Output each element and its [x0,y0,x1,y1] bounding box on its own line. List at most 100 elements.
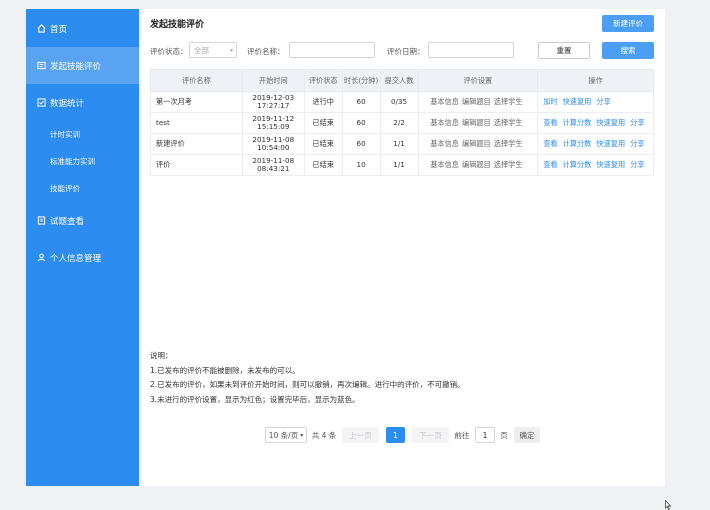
share-link[interactable]: 分享 [596,97,610,106]
new-evaluation-button[interactable]: 新建评价 [602,15,654,32]
total-count: 共 4 条 [311,430,337,440]
edit-questions-link[interactable]: 编辑题目 [462,118,491,127]
settings-cell: 基本信息 编辑题目 选择学生 [417,112,539,134]
reset-button[interactable]: 重置 [538,42,590,59]
sidebar-subitem-skill-evaluation[interactable]: 技能评价 [26,175,139,202]
table-header-row: 评价名称 开始时间 评价状态 时长(分钟) 提交人数 评价设置 操作 [150,69,654,92]
next-page-button[interactable]: 下一页 [412,427,449,443]
start-time: 2019-11-12 15:15:09 [241,112,305,134]
start-time: 2019-12-03 17:27:17 [241,91,305,113]
status-filter-label: 评价状态： [150,47,188,56]
select-students-link[interactable]: 选择学生 [494,160,523,169]
name-filter-label: 评价名称： [247,47,285,56]
share-link[interactable]: 分享 [630,118,644,127]
start-clock: 15:15:09 [257,122,290,131]
duration: 60 [341,112,381,134]
sidebar-item-profile[interactable]: 个人信息管理 [26,239,139,276]
sidebar-subitem-standard-training[interactable]: 标准能力实训 [26,148,139,175]
edit-questions-link[interactable]: 编辑题目 [462,160,491,169]
goto-page-input[interactable]: 1 [475,427,495,443]
quick-reuse-link[interactable]: 快速复用 [596,139,625,148]
edit-questions-link[interactable]: 编辑题目 [462,97,491,106]
select-students-link[interactable]: 选择学生 [494,139,523,148]
view-link[interactable]: 查看 [543,118,557,127]
submitted-count: 0/35 [379,91,419,113]
column-header: 评价设置 [417,69,539,92]
column-header: 操作 [537,69,654,92]
user-icon [36,253,46,263]
basic-info-link[interactable]: 基本信息 [430,118,459,127]
status-badge: 已结束 [303,133,343,155]
basic-info-link[interactable]: 基本信息 [430,139,459,148]
quick-reuse-link[interactable]: 快速复用 [596,160,625,169]
column-header: 开始时间 [241,69,305,92]
name-input[interactable] [289,42,375,58]
prev-page-button[interactable]: 上一页 [342,427,379,443]
sidebar-item-label: 发起技能评价 [50,61,102,72]
basic-info-link[interactable]: 基本信息 [430,160,459,169]
share-link[interactable]: 分享 [630,160,644,169]
search-button[interactable]: 搜索 [602,42,654,59]
main-panel: 发起技能评价 新建评价 评价状态： 全部 ▾ 评价名称： 评价日期： 重置 搜索… [141,9,665,486]
settings-cell: 基本信息 编辑题目 选择学生 [417,91,539,113]
table-row: 第一次月考 2019-12-03 17:27:17 进行中 60 0/35 基本信… [150,91,654,113]
add-time-link[interactable]: 加时 [543,97,557,106]
evaluation-table: 评价名称 开始时间 评价状态 时长(分钟) 提交人数 评价设置 操作 第一次月考… [150,69,654,176]
sidebar-subitem-timed-training[interactable]: 计时实训 [26,121,139,148]
goto-confirm-button[interactable]: 确定 [514,427,540,443]
note-line: 3.未进行的评价设置，显示为红色；设置完毕后，显示为蓝色。 [150,394,360,404]
sidebar-item-label: 试题查看 [50,216,85,227]
sidebar-item-view-questions[interactable]: 试题查看 [26,202,139,239]
calculate-score-link[interactable]: 计算分数 [563,118,592,127]
checkbox-icon [36,98,46,108]
select-students-link[interactable]: 选择学生 [494,97,523,106]
evaluation-name: 评价 [150,154,243,176]
actions-cell: 加时 快速复用 分享 [537,91,654,113]
status-select[interactable]: 全部 ▾ [189,42,237,58]
note-line: 2.已发布的评价，如果未到评价开始时间，则可以撤销，再次编辑。进行中的评价，不可… [150,380,465,389]
sidebar-item-statistics[interactable]: 数据统计 [26,84,139,121]
page-size-value: 10 条/页 [268,430,299,440]
start-clock: 08:43:21 [257,164,290,173]
actions-cell: 查看 计算分数 快速复用 分享 [537,112,654,134]
quick-reuse-link[interactable]: 快速复用 [596,118,625,127]
actions-cell: 查看 计算分数 快速复用 分享 [537,133,654,155]
column-header: 提交人数 [379,69,419,92]
mouse-pointer-icon [665,499,672,510]
page-size-select[interactable]: 10 条/页 ▾ [265,427,307,443]
note-line: 1.已发布的评价不能被删除，未发布的可以。 [150,365,300,375]
calculate-score-link[interactable]: 计算分数 [563,160,592,169]
submitted-count: 2/2 [379,112,419,134]
view-link[interactable]: 查看 [543,160,557,169]
start-time: 2019-11-08 10:54:00 [241,133,305,155]
column-header: 评价名称 [150,69,243,92]
view-link[interactable]: 查看 [543,139,557,148]
sidebar-item-launch-evaluation[interactable]: 发起技能评价 [26,47,139,84]
notes-title: 说明： [150,351,173,360]
basic-info-link[interactable]: 基本信息 [430,97,459,106]
quick-reuse-link[interactable]: 快速复用 [563,97,592,106]
page-unit-label: 页 [500,430,508,440]
table-row: 新建评价 2019-11-08 10:54:00 已结束 60 1/1 基本信息编… [150,133,654,155]
date-filter-label: 评价日期： [387,47,425,56]
evaluation-name: 新建评价 [150,133,243,155]
calculate-score-link[interactable]: 计算分数 [563,139,592,148]
date-input[interactable] [428,42,514,58]
page-number-current[interactable]: 1 [386,427,405,443]
column-header: 时长(分钟) [341,69,381,92]
home-icon [36,24,46,34]
column-header: 评价状态 [303,69,343,92]
page-title: 发起技能评价 [150,20,205,30]
settings-cell: 基本信息 编辑题目 选择学生 [417,133,539,155]
submitted-count: 1/1 [379,154,419,176]
submitted-count: 1/1 [379,133,419,155]
status-badge: 已结束 [303,112,343,134]
goto-label: 前往 [454,430,470,440]
select-students-link[interactable]: 选择学生 [494,118,523,127]
chevron-down-icon: ▾ [300,431,304,439]
edit-questions-link[interactable]: 编辑题目 [462,139,491,148]
duration: 60 [341,91,381,113]
sidebar-item-home[interactable]: 首页 [26,10,139,47]
duration: 60 [341,133,381,155]
share-link[interactable]: 分享 [630,139,644,148]
